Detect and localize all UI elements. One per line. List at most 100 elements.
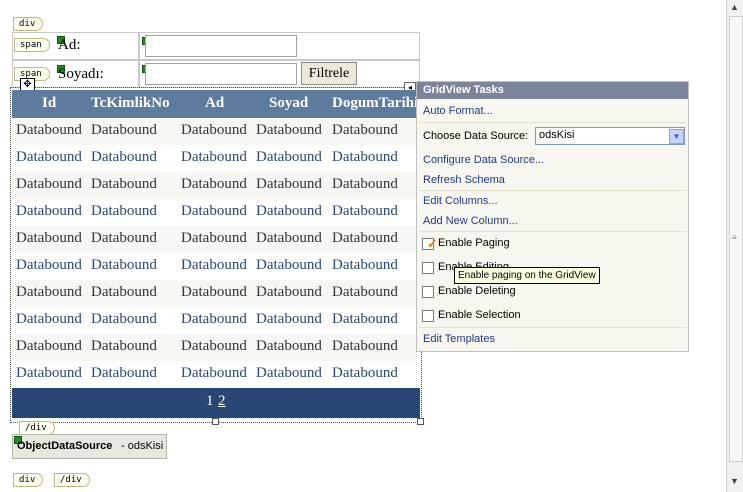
table-cell: Databound xyxy=(181,284,247,300)
pager-page-link[interactable]: 2 xyxy=(218,393,226,410)
table-row: Databound Databound Databound Databound Data… xyxy=(12,172,416,199)
table-cell: Databound xyxy=(16,257,82,273)
table-cell: Databound xyxy=(16,338,82,354)
refresh-schema-link[interactable]: Refresh Schema xyxy=(423,174,505,186)
vertical-scrollbar[interactable]: ▲ ≡ ▼ xyxy=(726,0,743,492)
table-cell: Databound xyxy=(181,338,247,354)
pager-page-current: 1 xyxy=(206,393,214,409)
dropdown-arrow-icon[interactable]: ▼ xyxy=(669,129,684,144)
enable-deleting-label: Enable Deleting xyxy=(438,285,516,297)
tasks-separator xyxy=(419,190,686,191)
enable-editing-checkbox[interactable] xyxy=(422,262,434,274)
table-row: Databound Databound Databound Databound Data… xyxy=(12,361,416,388)
table-cell: Databound xyxy=(16,122,82,138)
table-cell: Databound xyxy=(256,122,322,138)
enable-selection-checkbox[interactable] xyxy=(422,310,434,322)
ods-id-label: - odsKisi xyxy=(121,440,164,452)
table-cell: Databound xyxy=(256,365,322,381)
table-cell: Databound xyxy=(91,149,157,165)
table-cell: Databound xyxy=(16,284,82,300)
enable-paging-label: Enable Paging xyxy=(438,237,510,249)
table-cell: Databound xyxy=(256,203,322,219)
scroll-thumb[interactable]: ≡ xyxy=(729,16,743,462)
table-cell: Databound xyxy=(332,365,398,381)
resize-handle[interactable] xyxy=(417,418,424,425)
scroll-down-icon[interactable]: ▼ xyxy=(730,476,739,486)
table-cell: Databound xyxy=(256,338,322,354)
grid-header-cell[interactable]: Id xyxy=(42,95,56,112)
auto-format-link[interactable]: Auto Format... xyxy=(423,105,493,117)
scroll-up-icon[interactable]: ▲ xyxy=(730,2,739,12)
table-row: Databound Databound Databound Databound Data… xyxy=(12,145,416,172)
table-cell: Databound xyxy=(91,230,157,246)
table-cell: Databound xyxy=(16,230,82,246)
tag-nav-div[interactable]: div xyxy=(13,473,44,487)
table-cell: Databound xyxy=(332,203,398,219)
table-row: Databound Databound Databound Databound Data… xyxy=(12,334,416,361)
table-cell: Databound xyxy=(332,176,398,192)
scroll-grip-icon: ≡ xyxy=(732,233,737,242)
table-cell: Databound xyxy=(332,338,398,354)
table-cell: Databound xyxy=(256,257,322,273)
table-cell: Databound xyxy=(332,122,398,138)
table-cell: Databound xyxy=(256,284,322,300)
table-cell: Databound xyxy=(91,203,157,219)
tasks-separator xyxy=(419,122,686,123)
resize-handle[interactable] xyxy=(212,418,219,425)
table-cell: Databound xyxy=(181,365,247,381)
table-cell: Databound xyxy=(181,230,247,246)
tasks-separator xyxy=(419,231,686,232)
div-close-tag: /div xyxy=(19,421,55,435)
grid-header-cell[interactable]: Ad xyxy=(205,95,224,112)
grid-header-cell[interactable]: TcKimlikNo xyxy=(91,95,170,112)
table-cell: Databound xyxy=(181,122,247,138)
configure-data-source-link[interactable]: Configure Data Source... xyxy=(423,154,544,166)
table-cell: Databound xyxy=(16,311,82,327)
enable-paging-checkbox[interactable]: ✓ xyxy=(422,236,438,251)
table-cell: Databound xyxy=(91,338,157,354)
table-cell: Databound xyxy=(256,149,322,165)
object-data-source-control[interactable]: ObjectDataSource - odsKisi xyxy=(12,434,167,459)
table-cell: Databound xyxy=(332,230,398,246)
table-row: Databound Databound Databound Databound Data… xyxy=(12,253,416,280)
edit-columns-link[interactable]: Edit Columns... xyxy=(423,195,498,207)
ods-type-label: ObjectDataSource xyxy=(17,440,113,452)
table-cell: Databound xyxy=(16,176,82,192)
tooltip: Enable paging on the GridView xyxy=(454,267,600,284)
table-cell: Databound xyxy=(181,203,247,219)
tasks-title: GridView Tasks xyxy=(417,82,688,99)
table-cell: Databound xyxy=(91,257,157,273)
table-cell: Databound xyxy=(91,176,157,192)
add-new-column-link[interactable]: Add New Column... xyxy=(423,215,518,227)
table-cell: Databound xyxy=(181,257,247,273)
enable-deleting-checkbox[interactable] xyxy=(422,286,434,298)
tag-nav-div-close[interactable]: /div xyxy=(54,473,90,487)
table-cell: Databound xyxy=(181,176,247,192)
data-source-value: odsKisi xyxy=(539,129,575,141)
table-cell: Databound xyxy=(91,284,157,300)
tasks-separator xyxy=(419,327,686,328)
soyad-input[interactable] xyxy=(145,63,297,85)
table-cell: Databound xyxy=(181,311,247,327)
table-cell: Databound xyxy=(16,149,82,165)
ad-input[interactable] xyxy=(145,35,297,57)
span-tag: span xyxy=(14,38,50,52)
filter-button[interactable]: Filtrele xyxy=(301,62,357,85)
ad-label: Ad: xyxy=(58,37,81,53)
table-row: Databound Databound Databound Databound Data… xyxy=(12,199,416,226)
table-cell: Databound xyxy=(332,257,398,273)
grid-header-cell[interactable]: DogumTarihi xyxy=(332,95,416,112)
table-row: Databound Databound Databound Databound Data… xyxy=(12,280,416,307)
data-source-select[interactable]: odsKisi ▼ xyxy=(535,127,685,145)
soyad-label: Soyadı: xyxy=(58,66,104,82)
table-cell: Databound xyxy=(256,311,322,327)
table-row: Databound Databound Databound Databound Data… xyxy=(12,307,416,334)
table-cell: Databound xyxy=(256,230,322,246)
checkmark-icon: ✓ xyxy=(427,236,438,251)
div-tag: div xyxy=(13,17,44,31)
gridview-tasks-panel: GridView Tasks Auto Format... Choose Dat… xyxy=(416,81,689,352)
edit-templates-link[interactable]: Edit Templates xyxy=(423,333,495,345)
table-cell: Databound xyxy=(332,284,398,300)
table-cell: Databound xyxy=(16,365,82,381)
grid-header-cell[interactable]: Soyad xyxy=(269,95,308,112)
